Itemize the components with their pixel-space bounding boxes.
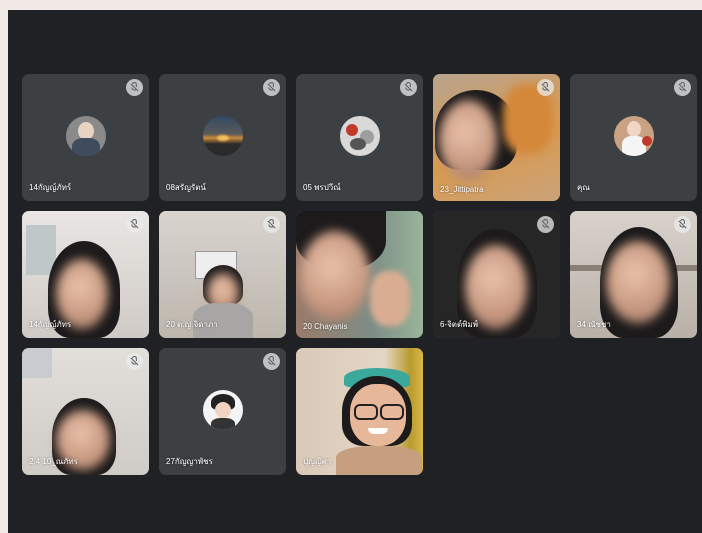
participant-name: 08สรัญรัตน์ — [166, 183, 206, 192]
participant-avatar — [202, 390, 243, 430]
mic-off-icon — [126, 353, 143, 370]
participant-name: ปุญญิศา — [303, 457, 332, 466]
participant-name: 27กัญญาพัชร — [166, 457, 213, 466]
mic-off-icon — [674, 216, 691, 233]
participant-tile-7[interactable]: 20 ด.ญ.จิดาภา — [159, 211, 286, 338]
participant-name: 20 ด.ญ.จิดาภา — [166, 320, 218, 329]
participant-tile-10[interactable]: 34 ณัชชา — [570, 211, 697, 338]
participant-tile-6[interactable]: 14กัญญ์ภัทร — [22, 211, 149, 338]
participant-tile-12[interactable]: 27กัญญาพัชร — [159, 348, 286, 475]
mic-off-icon — [126, 216, 143, 233]
mic-off-icon — [263, 79, 280, 96]
participant-tile-8[interactable]: 20 Chayanis — [296, 211, 423, 338]
participant-name: 20 Chayanis — [303, 322, 348, 331]
video-feed — [296, 211, 423, 338]
participant-tile-3[interactable]: 05 พรปวีณ์ — [296, 74, 423, 201]
mic-off-icon — [537, 216, 554, 233]
mic-off-icon — [674, 79, 691, 96]
participant-avatar — [65, 116, 106, 156]
participant-name: คุณ — [577, 183, 590, 192]
mic-off-icon — [400, 79, 417, 96]
mic-off-icon — [126, 79, 143, 96]
participant-tile-9[interactable]: 6-จิตต์พิมพ์ — [433, 211, 560, 338]
participant-name: 6-จิตต์พิมพ์ — [440, 320, 479, 329]
participant-tile-1[interactable]: 14กัญญ์ภัทร์ — [22, 74, 149, 201]
participant-tile-5[interactable]: คุณ — [570, 74, 697, 201]
participant-name: 34 ณัชชา — [577, 320, 611, 329]
participant-tile-2[interactable]: 08สรัญรัตน์ — [159, 74, 286, 201]
participant-tile-11[interactable]: 2,4 10_ณภัทร — [22, 348, 149, 475]
participant-tile-4[interactable]: 23_Jittipatra — [433, 74, 560, 201]
participant-tile-13[interactable]: ปุญญิศา — [296, 348, 423, 475]
participant-name: 14กัญญ์ภัทร — [29, 320, 72, 329]
mic-off-icon — [263, 216, 280, 233]
participant-name: 2,4 10_ณภัทร — [29, 457, 78, 466]
meeting-stage: 14กัญญ์ภัทร์ 08สรัญรัตน์ 05 พรปวีณ์ 23_J… — [8, 10, 702, 533]
participant-name: 14กัญญ์ภัทร์ — [29, 183, 72, 192]
mic-off-icon — [537, 79, 554, 96]
mic-off-icon — [263, 353, 280, 370]
participant-avatar — [613, 116, 654, 156]
participant-avatar — [339, 116, 380, 156]
participant-avatar — [202, 116, 243, 156]
participant-name: 23_Jittipatra — [440, 185, 484, 194]
participant-name: 05 พรปวีณ์ — [303, 183, 341, 192]
